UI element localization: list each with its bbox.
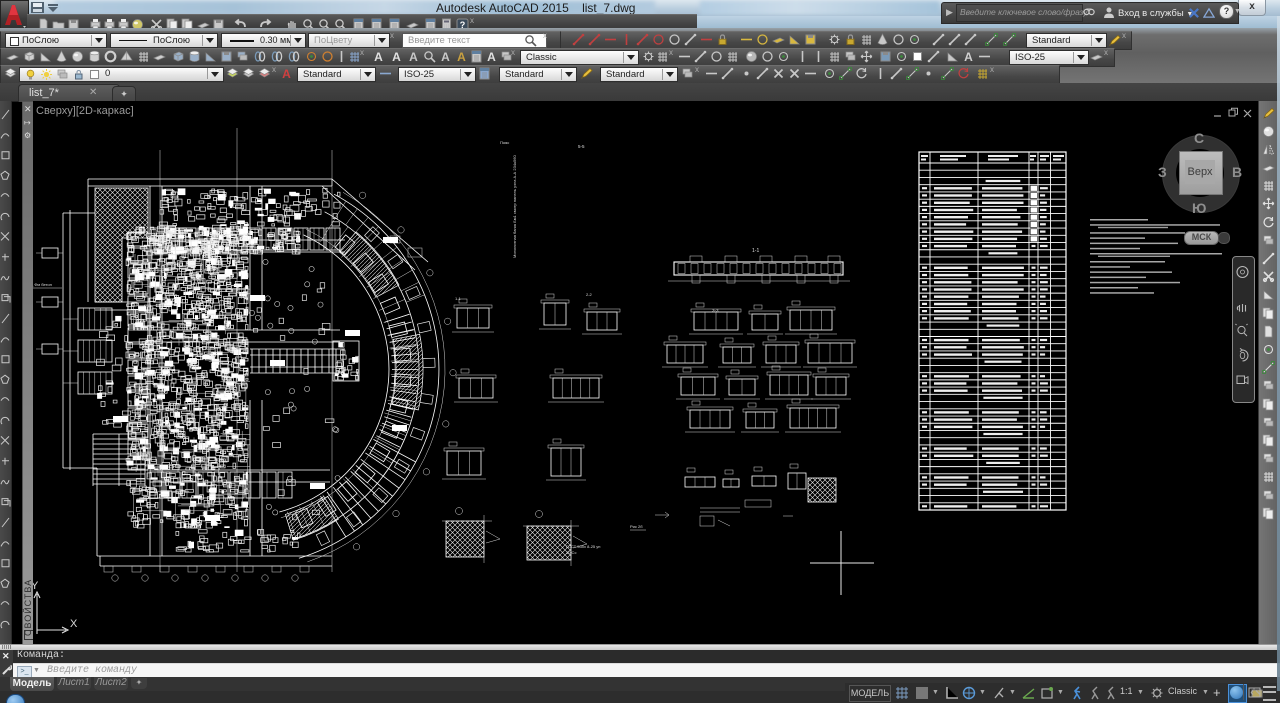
svg-text:A: A (374, 50, 383, 63)
svg-text:2-2: 2-2 (586, 292, 593, 297)
svg-text:A: A (964, 50, 973, 63)
svg-text:1-1: 1-1 (455, 296, 462, 301)
svg-text:30 Сс: 30 Сс (566, 550, 576, 555)
svg-text:Пояс: Пояс (500, 140, 509, 145)
svg-text:Сверху][2D-каркас]: Сверху][2D-каркас] (36, 105, 134, 117)
svg-text:Y: Y (33, 580, 39, 592)
svg-text:Монолитная багка Бм1 смотр пан: Монолитная багка Бм1 смотр панель узла А… (512, 155, 517, 258)
svg-text:A: A (392, 50, 401, 63)
svg-text:Рис 2б: Рис 2б (630, 524, 643, 529)
svg-text:3-3: 3-3 (712, 308, 719, 313)
svg-text:1-1: 1-1 (752, 248, 759, 254)
svg-text:A: A (457, 50, 466, 63)
svg-text:X: X (70, 618, 78, 630)
svg-text:A: A (487, 50, 496, 63)
svg-text:A: A (441, 50, 450, 63)
svg-text:ГОСТ 530х 8-25 уп: ГОСТ 530х 8-25 уп (566, 544, 600, 549)
svg-text:A: A (282, 67, 291, 80)
svg-text:A: A (409, 50, 418, 63)
svg-text:Основание под Фм бетон: Основание под Фм бетон (33, 282, 52, 287)
svg-text:5-5: 5-5 (578, 144, 585, 149)
